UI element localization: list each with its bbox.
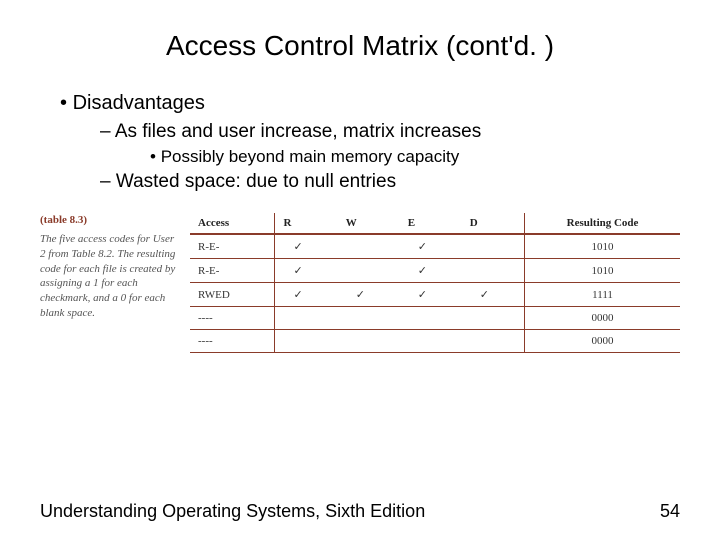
th-d: D <box>462 213 525 234</box>
table-label: (table 8.3) <box>40 213 180 228</box>
cell-access: ---- <box>190 307 275 330</box>
table-area: (table 8.3) The five access codes for Us… <box>40 213 680 353</box>
table-caption: The five access codes for User 2 from Ta… <box>40 232 180 321</box>
cell-w <box>338 307 400 330</box>
page-number: 54 <box>660 501 680 522</box>
cell-e <box>400 330 462 353</box>
bullet-matrix-increases: As files and user increase, matrix incre… <box>100 121 680 143</box>
book-title: Understanding Operating Systems, Sixth E… <box>40 501 425 522</box>
cell-code: 1010 <box>525 234 680 259</box>
cell-r <box>275 307 338 330</box>
cell-d: ✓ <box>462 283 525 307</box>
th-w: W <box>338 213 400 234</box>
th-e: E <box>400 213 462 234</box>
cell-code: 0000 <box>525 307 680 330</box>
cell-e: ✓ <box>400 259 462 283</box>
access-code-table: Access R W E D Resulting Code R-E- ✓ ✓ <box>190 213 680 353</box>
bullet-disadvantages: Disadvantages <box>60 92 680 115</box>
cell-code: 0000 <box>525 330 680 353</box>
cell-e: ✓ <box>400 283 462 307</box>
cell-w <box>338 259 400 283</box>
cell-r <box>275 330 338 353</box>
cell-access: ---- <box>190 330 275 353</box>
bullet-wasted-space: Wasted space: due to null entries <box>100 171 680 193</box>
th-r: R <box>275 213 338 234</box>
cell-e: ✓ <box>400 234 462 259</box>
cell-d <box>462 234 525 259</box>
th-code: Resulting Code <box>525 213 680 234</box>
cell-e <box>400 307 462 330</box>
cell-w <box>338 234 400 259</box>
table-header-row: Access R W E D Resulting Code <box>190 213 680 234</box>
cell-code: 1111 <box>525 283 680 307</box>
table-row: RWED ✓ ✓ ✓ ✓ 1111 <box>190 283 680 307</box>
th-access: Access <box>190 213 275 234</box>
table-row: R-E- ✓ ✓ 1010 <box>190 259 680 283</box>
table-row: ---- 0000 <box>190 330 680 353</box>
bullet-list: Disadvantages As files and user increase… <box>50 92 680 193</box>
slide-title: Access Control Matrix (cont'd. ) <box>40 30 680 62</box>
cell-d <box>462 307 525 330</box>
cell-d <box>462 259 525 283</box>
cell-w <box>338 330 400 353</box>
cell-d <box>462 330 525 353</box>
slide-footer: Understanding Operating Systems, Sixth E… <box>40 501 680 522</box>
cell-access: RWED <box>190 283 275 307</box>
cell-code: 1010 <box>525 259 680 283</box>
cell-r: ✓ <box>275 259 338 283</box>
table-caption-column: (table 8.3) The five access codes for Us… <box>40 213 190 321</box>
table-row: ---- 0000 <box>190 307 680 330</box>
table-row: R-E- ✓ ✓ 1010 <box>190 234 680 259</box>
bullet-memory-capacity: Possibly beyond main memory capacity <box>150 147 680 167</box>
cell-w: ✓ <box>338 283 400 307</box>
cell-access: R-E- <box>190 259 275 283</box>
cell-r: ✓ <box>275 234 338 259</box>
cell-access: R-E- <box>190 234 275 259</box>
cell-r: ✓ <box>275 283 338 307</box>
